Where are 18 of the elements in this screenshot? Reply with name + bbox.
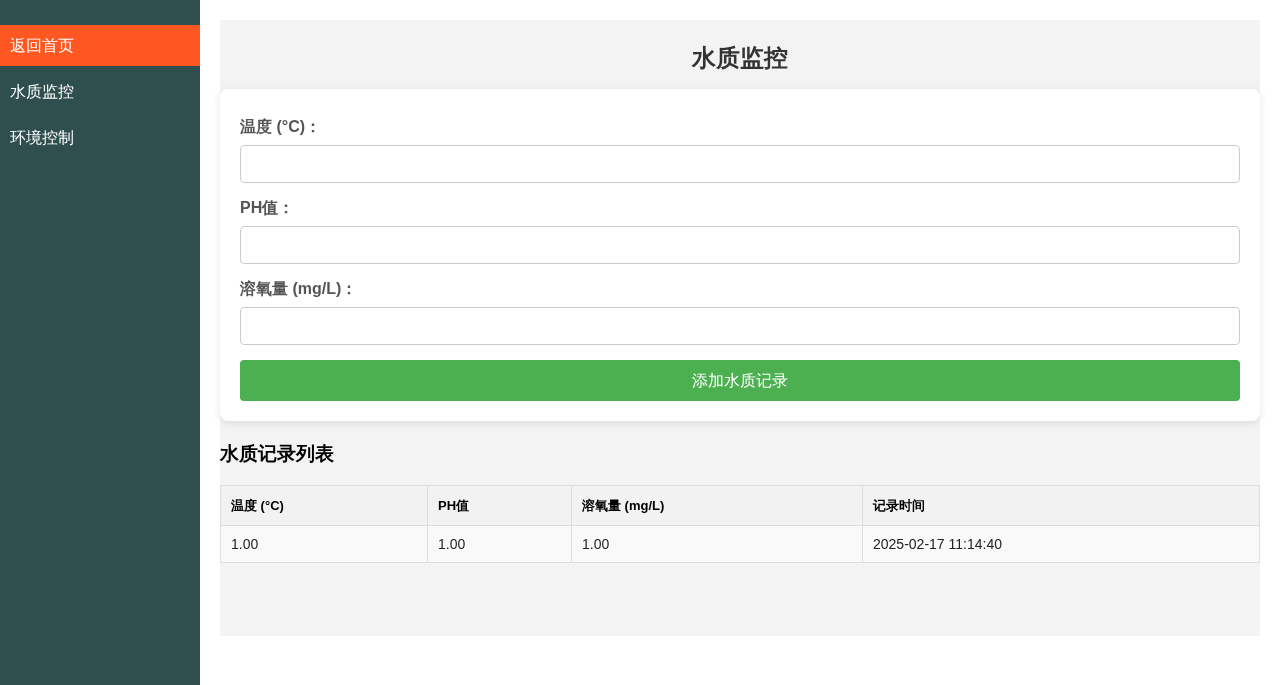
section-heading: 水质记录列表: [220, 442, 334, 466]
field-label: 溶氧量 (mg/L)：: [240, 279, 359, 299]
table-cell: 1.00: [571, 525, 863, 563]
page-title: 水质监控: [690, 43, 789, 73]
column-header: PH值: [427, 485, 572, 526]
sidebar-link[interactable]: 水质监控: [0, 71, 200, 112]
table-cell: 1.00: [427, 525, 572, 563]
table-cell: 2025-02-17 11:14:40: [862, 525, 1260, 563]
table-cell: 1.00: [220, 525, 428, 563]
input-field[interactable]: [240, 307, 1240, 345]
field-label: 温度 (°C)：: [240, 117, 323, 137]
input-field[interactable]: [240, 226, 1240, 264]
field-label: PH值：: [240, 198, 296, 218]
sidebar-link[interactable]: 环境控制: [0, 117, 200, 158]
column-header: 记录时间: [862, 485, 1260, 526]
column-header: 温度 (°C): [220, 485, 428, 526]
input-field[interactable]: [240, 145, 1240, 183]
column-header: 溶氧量 (mg/L): [571, 485, 863, 526]
